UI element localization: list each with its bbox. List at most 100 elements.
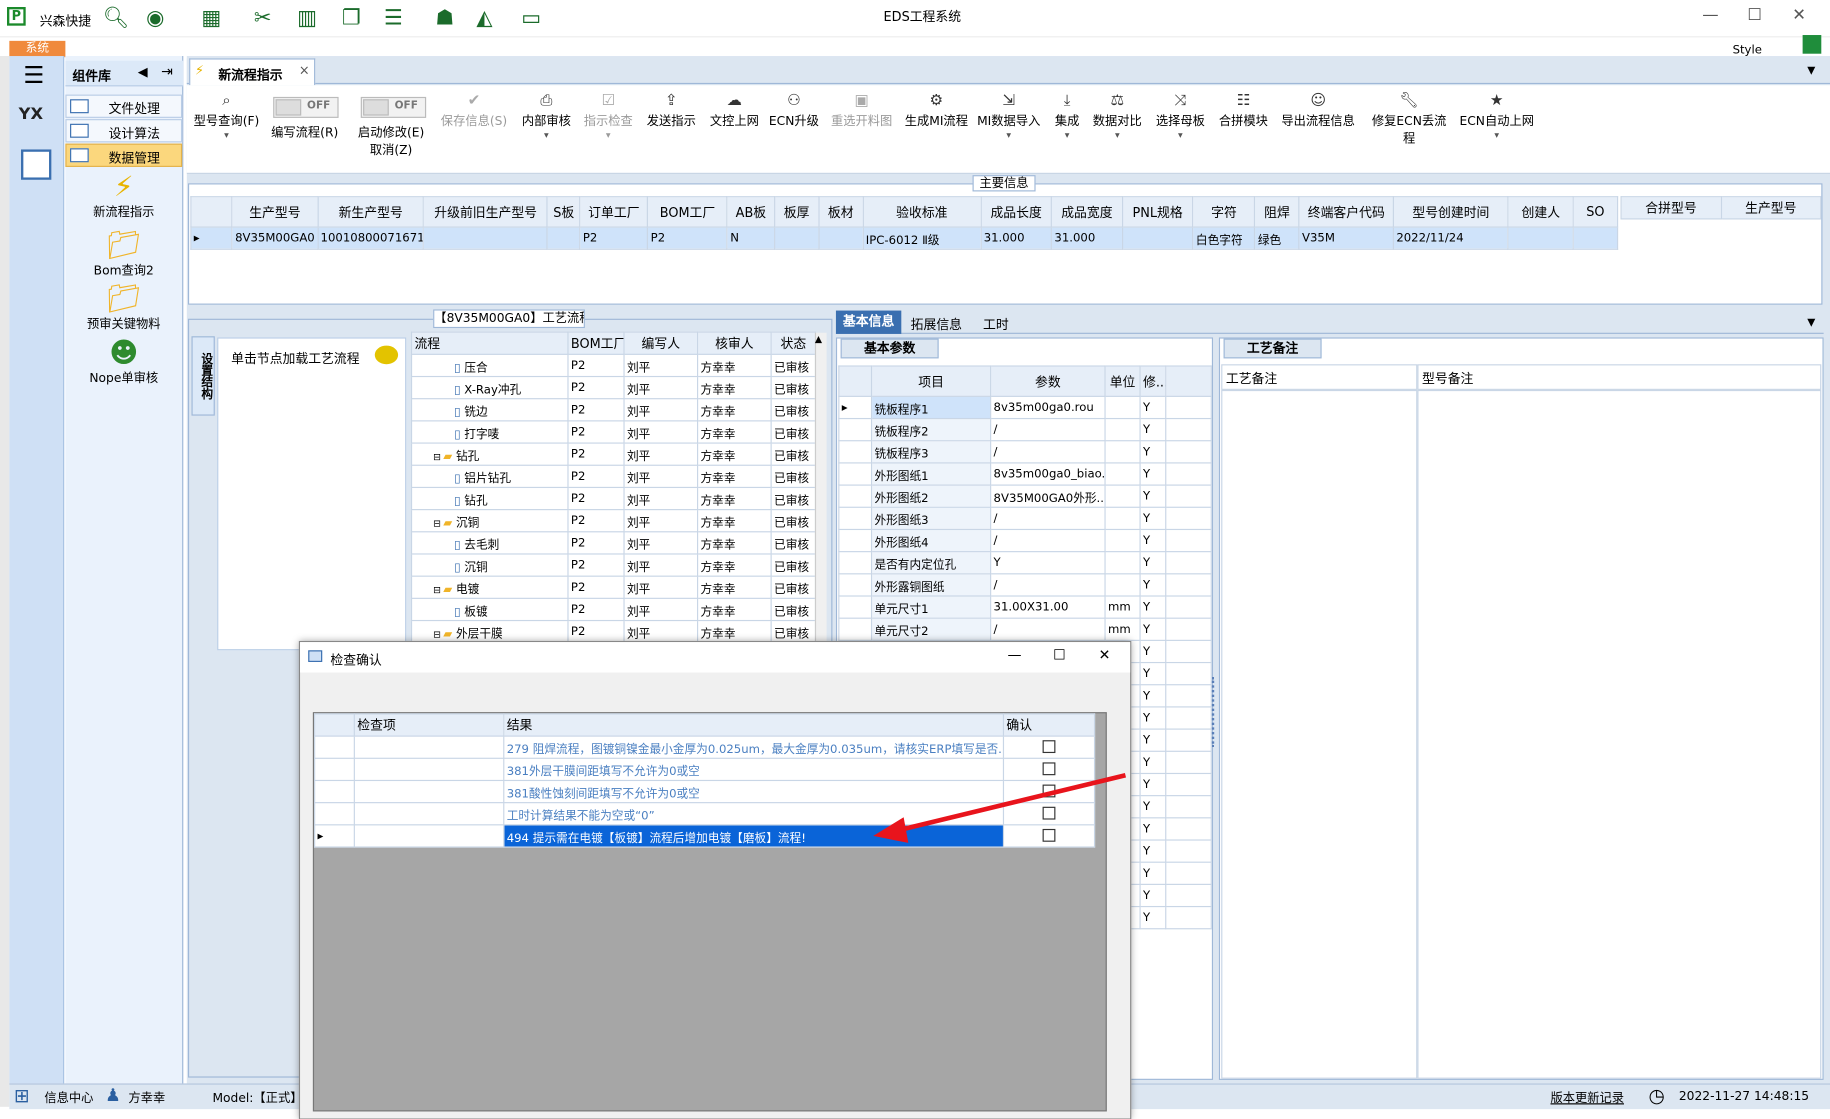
- cell[interactable]: Y: [1139, 417, 1167, 442]
- info-center-link[interactable]: 信息中心: [44, 1089, 93, 1107]
- column-header[interactable]: 确认: [1002, 713, 1096, 737]
- cell[interactable]: Y: [1139, 506, 1167, 531]
- cell[interactable]: /: [990, 617, 1106, 641]
- table-row[interactable]: 外形图纸1 8v35m00ga0_biao... Y: [838, 462, 1212, 486]
- cell[interactable]: Y: [1139, 861, 1167, 885]
- table-row[interactable]: 是否有内定位孔 Y Y: [838, 551, 1212, 575]
- cell[interactable]: Y: [1139, 573, 1167, 597]
- column-header[interactable]: 检查项: [353, 713, 505, 737]
- cell[interactable]: 外形图纸4: [870, 528, 992, 553]
- integrate-button[interactable]: ⤓ 集成 ▾: [1046, 91, 1088, 140]
- dropdown-arrow-icon[interactable]: ▾: [1153, 130, 1207, 141]
- result-cell[interactable]: 工时计算结果不能为空或“0”: [503, 802, 1005, 826]
- monitor-icon[interactable]: ▭: [518, 6, 544, 30]
- collapse-icon[interactable]: ⊟: [433, 451, 441, 462]
- ecn-upgrade-button[interactable]: ⚇ ECN升级: [768, 91, 819, 130]
- hamburger-icon[interactable]: ☰: [23, 63, 44, 86]
- system-tab[interactable]: 系统: [9, 40, 66, 58]
- column-header[interactable]: BOM工厂: [567, 331, 625, 355]
- confirm-checkbox[interactable]: [1042, 829, 1056, 843]
- cell[interactable]: 8V35M00GA0外形...: [990, 484, 1106, 508]
- table-row[interactable]: 外形图纸4/ Y: [838, 528, 1212, 553]
- column-header[interactable]: 字符: [1192, 196, 1256, 228]
- cell[interactable]: [1104, 484, 1141, 508]
- cell[interactable]: 8V35M00GA0: [231, 226, 319, 250]
- table-row[interactable]: 铣板程序2/ Y: [838, 417, 1212, 442]
- cell[interactable]: /: [990, 440, 1106, 464]
- column-header[interactable]: 终端客户代码: [1298, 196, 1394, 228]
- cell[interactable]: [818, 226, 864, 250]
- cell[interactable]: Y: [1139, 661, 1167, 686]
- cell[interactable]: N: [726, 226, 776, 250]
- pin-icon[interactable]: ⇥: [161, 63, 173, 79]
- table-row[interactable]: 外形图纸3/ Y: [838, 506, 1212, 531]
- cell[interactable]: Y: [1139, 639, 1167, 664]
- splitter-handle[interactable]: [1211, 677, 1218, 748]
- tree-row[interactable]: ⊟ ▰ 沉铜 P2 刘平 方幸幸 已审核: [410, 509, 817, 533]
- table-row[interactable]: 单元尺寸1 31.00X31.00 mm Y: [838, 595, 1212, 619]
- send-instruction-button[interactable]: ⇪ 发送指示: [644, 91, 698, 130]
- cell[interactable]: 单元尺寸1: [870, 595, 992, 619]
- cell[interactable]: [1104, 417, 1141, 442]
- cell[interactable]: [423, 226, 549, 250]
- column-header[interactable]: 状态: [770, 331, 817, 355]
- start-edit-toggle[interactable]: OFF: [360, 96, 427, 118]
- tree-row[interactable]: ⊟ ▰ 钻孔 P2 刘平 方幸幸 已审核: [410, 442, 817, 466]
- internal-review-button[interactable]: ⎙ 内部审核 ▾: [518, 91, 574, 140]
- mi-import-button[interactable]: ⇲ MI数据导入 ▾: [976, 91, 1041, 140]
- table-row[interactable]: ▸ 铣板程序1 8v35m00ga0.rou Y: [838, 395, 1212, 420]
- tab-basic-info[interactable]: 基本信息: [835, 310, 902, 334]
- calculator-icon[interactable]: [21, 149, 52, 180]
- result-cell[interactable]: 381外层干膜间距填写不允许为0或空: [503, 757, 1005, 782]
- check-row[interactable]: ▸ 494 提示需在电镀【板镀】流程后增加电镀【磨板】流程!: [314, 824, 1096, 848]
- column-header[interactable]: 单位: [1104, 365, 1141, 397]
- cell[interactable]: Y: [1139, 595, 1167, 619]
- cell[interactable]: 外形图纸1: [870, 462, 992, 486]
- cell[interactable]: 外形图纸2: [870, 484, 992, 508]
- doc-online-button[interactable]: ☁ 文控上网: [708, 91, 762, 130]
- tab-extended-info[interactable]: 拓展信息: [911, 315, 962, 334]
- film-icon[interactable]: ▥: [294, 6, 320, 30]
- cell[interactable]: [1104, 395, 1141, 420]
- copy-icon[interactable]: ❐: [339, 6, 365, 30]
- yx-logo-icon[interactable]: YX: [19, 105, 43, 124]
- cell[interactable]: 8v35m00ga0_biao...: [990, 462, 1106, 486]
- collapse-icon[interactable]: ⊟: [433, 629, 441, 640]
- column-header[interactable]: 项目: [870, 365, 992, 397]
- column-header[interactable]: 修...: [1139, 365, 1167, 397]
- cell[interactable]: Y: [1139, 462, 1167, 486]
- column-header[interactable]: AB板: [726, 196, 776, 228]
- tree-row[interactable]: ▯ 打字唛 P2 刘平 方幸幸 已审核: [410, 420, 817, 444]
- cell[interactable]: 31.000: [980, 226, 1053, 250]
- column-header[interactable]: 成品长度: [980, 196, 1053, 228]
- cell[interactable]: Y: [1139, 883, 1167, 908]
- cell[interactable]: [1572, 226, 1619, 250]
- component-item-file[interactable]: 文件处理: [65, 94, 183, 118]
- save-info-button[interactable]: ✔ 保存信息(S): [437, 91, 512, 130]
- column-header[interactable]: 成品宽度: [1050, 196, 1123, 228]
- check-row[interactable]: 工时计算结果不能为空或“0”: [314, 802, 1096, 826]
- dropdown-arrow-icon[interactable]: ▾: [1090, 130, 1144, 141]
- tree-row[interactable]: ▯ 沉铜 P2 刘平 方幸幸 已审核: [410, 553, 817, 577]
- write-process-toggle[interactable]: OFF: [273, 96, 339, 118]
- column-header[interactable]: PNL规格: [1121, 196, 1194, 228]
- tree-row[interactable]: ⊟ ▰ 外层干膜 P2 刘平 方幸幸 已审核: [410, 619, 817, 644]
- result-cell[interactable]: 381酸性蚀刻间距填写不允许为0或空: [503, 779, 1005, 804]
- column-header[interactable]: 升级前旧生产型号: [423, 196, 549, 228]
- column-header[interactable]: 参数: [990, 365, 1106, 397]
- scroll-up-icon[interactable]: ▲: [815, 334, 822, 345]
- layout-icon[interactable]: [1802, 35, 1822, 54]
- cell[interactable]: Y: [1139, 617, 1167, 641]
- result-cell[interactable]: 279 阻焊流程，图镀铜镍金最小金厚为0.025um，最大金厚为0.035um，…: [503, 735, 1005, 759]
- tree-row[interactable]: ▯ 去毛刺 P2 刘平 方幸幸 已审核: [410, 531, 817, 555]
- chart-icon[interactable]: ◭: [472, 6, 498, 30]
- cell[interactable]: Y: [1139, 484, 1167, 508]
- generate-mi-button[interactable]: ⚙ 生成MI流程: [901, 91, 971, 130]
- export-process-button[interactable]: ☺ 导出流程信息: [1280, 91, 1357, 130]
- reselect-cut-button[interactable]: ▣ 重选开料图: [827, 91, 897, 130]
- dropdown-arrow-icon[interactable]: ▾: [581, 130, 635, 141]
- tab-new-process[interactable]: ⚡︎ 新流程指示 ×: [189, 58, 316, 86]
- cell[interactable]: 铣板程序3: [870, 440, 992, 464]
- search-icon[interactable]: 🔍︎: [103, 6, 130, 30]
- cell[interactable]: Y: [990, 551, 1106, 575]
